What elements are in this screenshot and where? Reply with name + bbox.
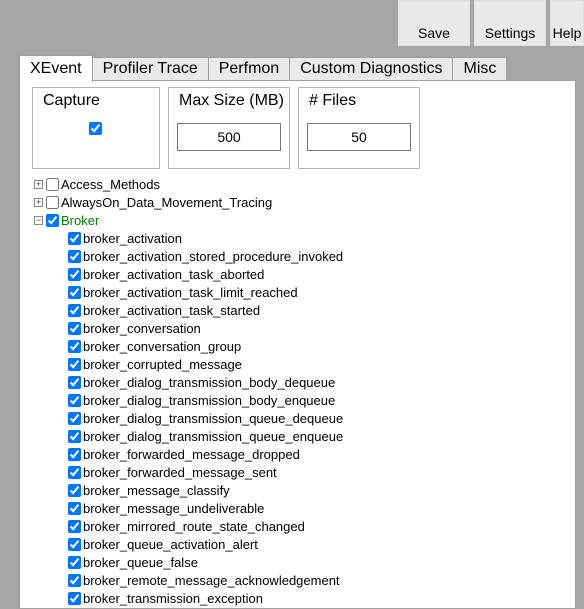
tab-misc[interactable]: Misc: [453, 57, 507, 82]
tree-label[interactable]: broker_message_undeliverable: [83, 501, 264, 516]
tree-label[interactable]: broker_activation_task_started: [83, 303, 260, 318]
tree-checkbox[interactable]: [68, 502, 81, 515]
tree-checkbox[interactable]: [68, 574, 81, 587]
tree-label[interactable]: Access_Methods: [61, 177, 160, 192]
save-button[interactable]: Save: [398, 0, 470, 46]
tree-row: broker_dialog_transmission_queue_enqueue: [34, 427, 571, 445]
tree-checkbox[interactable]: [46, 214, 59, 227]
event-tree: + Access_Methods + AlwaysOn_Data_Movement_T…: [20, 175, 575, 608]
tree-checkbox[interactable]: [68, 592, 81, 605]
settings-button[interactable]: Settings: [474, 0, 546, 46]
tree-label[interactable]: broker_forwarded_message_sent: [83, 465, 277, 480]
tree-label[interactable]: broker_activation_task_aborted: [83, 267, 264, 282]
xevent-panel: Capture Max Size (MB) 500 # Files 50 + Ac…: [19, 80, 576, 609]
tree-checkbox[interactable]: [68, 232, 81, 245]
capture-label: Capture: [43, 92, 100, 110]
files-label: # Files: [309, 92, 356, 110]
tree-checkbox[interactable]: [68, 448, 81, 461]
tree-checkbox[interactable]: [68, 340, 81, 353]
maxsize-input[interactable]: 500: [177, 123, 281, 151]
tree-row: + AlwaysOn_Data_Movement_Tracing: [34, 193, 571, 211]
expand-icon[interactable]: +: [34, 180, 43, 189]
tree-checkbox[interactable]: [68, 538, 81, 551]
tree-checkbox[interactable]: [68, 286, 81, 299]
tree-row: broker_forwarded_message_sent: [34, 463, 571, 481]
tree-row: broker_activation_stored_procedure_invok…: [34, 247, 571, 265]
tree-row: + Access_Methods: [34, 175, 571, 193]
tree-row: broker_message_classify: [34, 481, 571, 499]
tree-label[interactable]: broker_queue_false: [83, 555, 198, 570]
tree-checkbox[interactable]: [68, 304, 81, 317]
tree-label[interactable]: broker_activation_task_limit_reached: [83, 285, 298, 300]
tree-checkbox[interactable]: [68, 556, 81, 569]
tab-profiler-trace[interactable]: Profiler Trace: [93, 57, 209, 82]
tree-label[interactable]: broker_remote_message_acknowledgement: [83, 573, 340, 588]
tree-row: broker_activation_task_limit_reached: [34, 283, 571, 301]
tree-row: broker_corrupted_message: [34, 355, 571, 373]
files-group: # Files 50: [298, 87, 420, 169]
files-input[interactable]: 50: [307, 123, 411, 151]
tab-perfmon[interactable]: Perfmon: [209, 57, 290, 82]
tree-row: broker_activation_task_aborted: [34, 265, 571, 283]
tree-row: broker_queue_activation_alert: [34, 535, 571, 553]
tree-checkbox[interactable]: [68, 520, 81, 533]
tree-row: broker_queue_false: [34, 553, 571, 571]
tree-row: broker_message_undeliverable: [34, 499, 571, 517]
tree-checkbox[interactable]: [68, 430, 81, 443]
help-button[interactable]: Help: [550, 0, 584, 46]
tree-row: broker_activation: [34, 229, 571, 247]
tree-label[interactable]: broker_activation_stored_procedure_invok…: [83, 249, 343, 264]
tree-label[interactable]: broker_activation: [83, 231, 182, 246]
tab-xevent[interactable]: XEvent: [19, 55, 93, 82]
tree-label[interactable]: broker_corrupted_message: [83, 357, 242, 372]
tree-row: broker_conversation_group: [34, 337, 571, 355]
tree-row: broker_transmission_exception: [34, 589, 571, 607]
tree-checkbox[interactable]: [68, 250, 81, 263]
collapse-icon[interactable]: −: [34, 216, 43, 225]
tree-label[interactable]: Broker: [61, 213, 99, 228]
tree-label[interactable]: broker_dialog_transmission_body_dequeue: [83, 375, 335, 390]
tree-label[interactable]: broker_dialog_transmission_queue_dequeue: [83, 411, 343, 426]
toolbar: Save Settings Help: [398, 0, 584, 46]
tree-row: broker_dialog_transmission_body_dequeue: [34, 373, 571, 391]
tree-row: broker_forwarded_message_dropped: [34, 445, 571, 463]
tree-label[interactable]: broker_transmission_exception: [83, 591, 263, 606]
tree-checkbox[interactable]: [68, 412, 81, 425]
tree-checkbox[interactable]: [68, 268, 81, 281]
tree-row: − Broker: [34, 211, 571, 229]
tree-checkbox[interactable]: [68, 394, 81, 407]
tab-custom-diagnostics[interactable]: Custom Diagnostics: [290, 57, 453, 82]
tree-label[interactable]: broker_conversation_group: [83, 339, 241, 354]
tree-checkbox[interactable]: [68, 466, 81, 479]
tree-label[interactable]: broker_mirrored_route_state_changed: [83, 519, 305, 534]
tree-label[interactable]: broker_queue_activation_alert: [83, 537, 258, 552]
tree-checkbox[interactable]: [68, 358, 81, 371]
event-tree-scroll[interactable]: + Access_Methods + AlwaysOn_Data_Movement_T…: [20, 175, 575, 608]
settings-groups: Capture Max Size (MB) 500 # Files 50: [20, 81, 575, 179]
tree-checkbox[interactable]: [68, 484, 81, 497]
tab-strip: XEvent Profiler Trace Perfmon Custom Dia…: [19, 55, 507, 82]
tree-row: broker_dialog_transmission_body_enqueue: [34, 391, 571, 409]
expand-icon[interactable]: +: [34, 198, 43, 207]
tree-label[interactable]: AlwaysOn_Data_Movement_Tracing: [61, 195, 272, 210]
tree-row: broker_dialog_transmission_queue_dequeue: [34, 409, 571, 427]
tree-checkbox[interactable]: [68, 376, 81, 389]
tree-label[interactable]: broker_conversation: [83, 321, 201, 336]
tree-label[interactable]: broker_dialog_transmission_queue_enqueue: [83, 429, 343, 444]
tree-label[interactable]: broker_dialog_transmission_body_enqueue: [83, 393, 335, 408]
tree-checkbox[interactable]: [46, 178, 59, 191]
maxsize-label: Max Size (MB): [179, 92, 284, 110]
tree-checkbox[interactable]: [46, 196, 59, 209]
tree-row: broker_mirrored_route_state_changed: [34, 517, 571, 535]
capture-group: Capture: [32, 87, 160, 169]
tree-label[interactable]: broker_forwarded_message_dropped: [83, 447, 300, 462]
capture-checkbox[interactable]: [89, 122, 102, 135]
maxsize-group: Max Size (MB) 500: [168, 87, 290, 169]
tree-row: broker_remote_message_acknowledgement: [34, 571, 571, 589]
tree-row: broker_activation_task_started: [34, 301, 571, 319]
tree-label[interactable]: broker_message_classify: [83, 483, 230, 498]
tree-row: broker_conversation: [34, 319, 571, 337]
tree-checkbox[interactable]: [68, 322, 81, 335]
